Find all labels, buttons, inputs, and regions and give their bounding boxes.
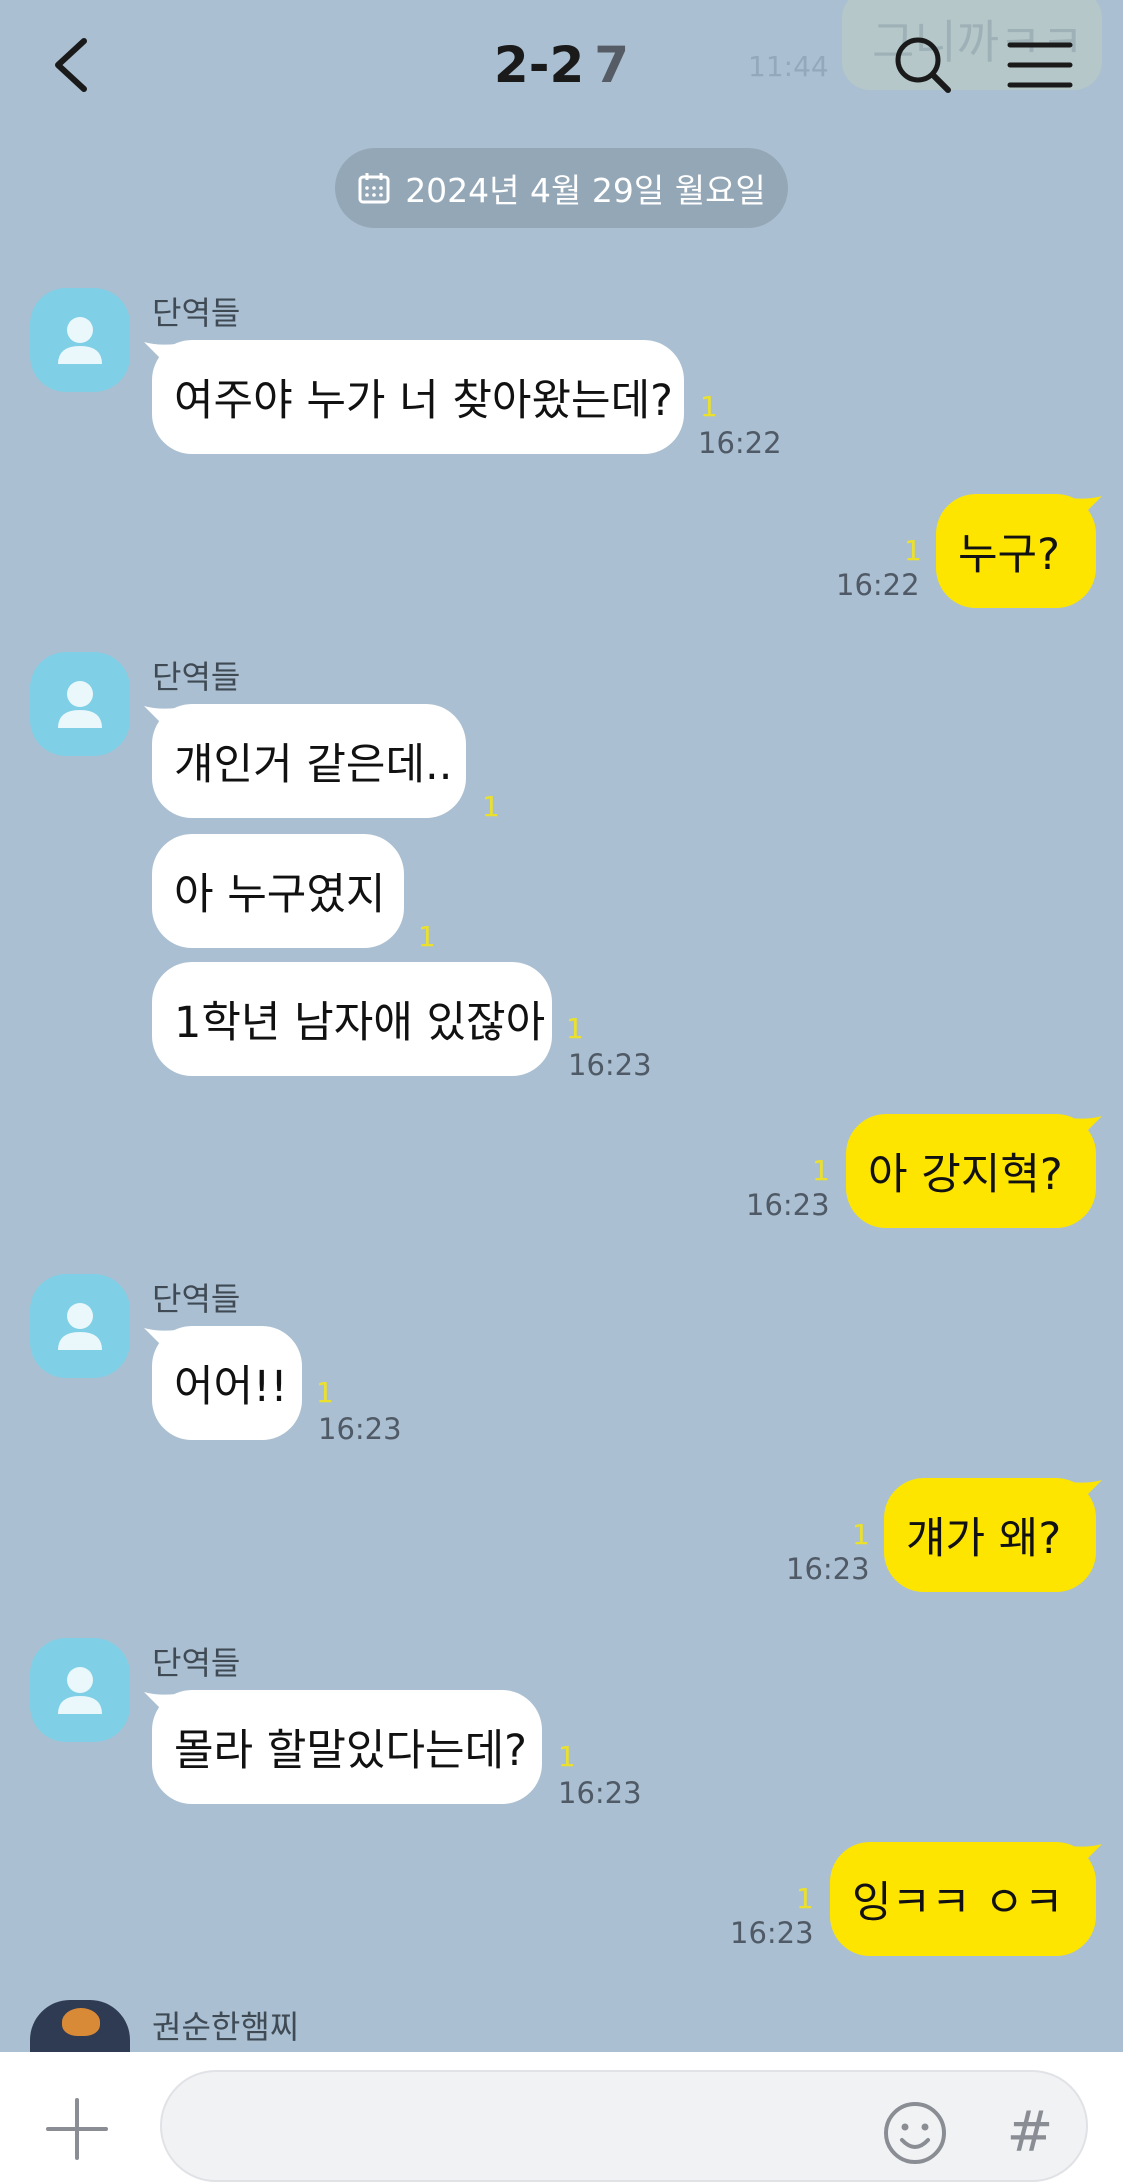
default-profile-icon — [58, 1667, 102, 1714]
unread-count: 1 — [700, 390, 718, 423]
message-text: 몰라 할말있다는데? — [174, 1726, 527, 1776]
sender-name: 단역들 — [152, 658, 241, 696]
message-text: 아 강지혁? — [868, 1150, 1063, 1200]
avatar[interactable] — [30, 288, 130, 392]
profile-photo-avatar[interactable] — [30, 2000, 130, 2060]
hashtag-icon: # — [1006, 2100, 1054, 2165]
emoji-icon — [884, 2102, 946, 2164]
message-time: 16:22 — [836, 568, 920, 602]
message-bubble[interactable]: 걔인거 같은데.. — [152, 704, 466, 818]
plus-icon — [46, 2098, 108, 2160]
message-text: 여주야 누가 너 찾아왔는데? — [174, 376, 673, 426]
message-bubble[interactable]: 여주야 누가 너 찾아왔는데? — [152, 340, 684, 454]
unread-count: 1 — [852, 1518, 870, 1551]
message-bubble[interactable]: 1학년 남자애 있잖아 — [152, 962, 552, 1076]
default-profile-icon — [58, 1303, 102, 1350]
unread-count: 1 — [812, 1154, 830, 1187]
unread-count: 1 — [482, 790, 500, 823]
fox-character-image — [62, 2008, 100, 2036]
unread-count: 1 — [904, 534, 922, 567]
message-time: 16:22 — [698, 426, 782, 460]
emoji-button[interactable] — [880, 2098, 950, 2168]
room-name: 2-2 — [493, 36, 585, 94]
message-bubble[interactable]: 잉ㅋㅋ ㅇㅋ — [830, 1842, 1096, 1956]
message-time: 16:23 — [558, 1776, 642, 1810]
sender-name: 단역들 — [152, 294, 241, 332]
sender-name: 권순한햄찌 — [152, 2008, 300, 2046]
avatar[interactable] — [30, 1638, 130, 1742]
default-profile-icon — [58, 317, 102, 364]
message-input-bar: # — [0, 2052, 1123, 2184]
message-time: 16:23 — [746, 1188, 830, 1222]
message-time: 16:23 — [318, 1412, 402, 1446]
message-text: 어어!! — [174, 1362, 288, 1412]
hashtag-button[interactable]: # — [1000, 2098, 1060, 2168]
unread-count: 1 — [558, 1740, 576, 1773]
message-bubble[interactable]: 누구? — [936, 494, 1096, 608]
message-bubble[interactable]: 아 강지혁? — [846, 1114, 1096, 1228]
search-icon — [895, 37, 951, 93]
message-text: 걔가 왜? — [906, 1514, 1062, 1564]
unread-count: 1 — [796, 1882, 814, 1915]
attach-button[interactable] — [40, 2092, 114, 2166]
message-text: 잉ㅋㅋ ㅇㅋ — [852, 1878, 1064, 1928]
unread-count: 1 — [418, 920, 436, 953]
message-bubble[interactable]: 걔가 왜? — [884, 1478, 1096, 1592]
message-time: 16:23 — [730, 1916, 814, 1950]
search-button[interactable] — [884, 30, 964, 100]
sender-name: 단역들 — [152, 1280, 241, 1318]
message-bubble[interactable]: 어어!! — [152, 1326, 302, 1440]
message-bubble[interactable]: 몰라 할말있다는데? — [152, 1690, 542, 1804]
avatar[interactable] — [30, 652, 130, 756]
message-time: 16:23 — [568, 1048, 652, 1082]
message-text: 걔인거 같은데.. — [174, 740, 453, 790]
calendar-icon — [358, 173, 390, 204]
message-text: 1학년 남자애 있잖아 — [174, 998, 546, 1048]
menu-button[interactable] — [1000, 30, 1080, 100]
date-label: 2024년 4월 29일 월요일 — [405, 171, 766, 210]
message-text: 누구? — [958, 530, 1060, 580]
member-count: 7 — [594, 36, 630, 94]
message-bubble[interactable]: 아 누구였지 — [152, 834, 404, 948]
avatar[interactable] — [30, 1274, 130, 1378]
hamburger-menu-icon — [1007, 42, 1073, 88]
unread-count: 1 — [566, 1012, 584, 1045]
default-profile-icon — [58, 681, 102, 728]
date-divider: 2024년 4월 29일 월요일 — [335, 148, 788, 228]
message-text: 아 누구였지 — [174, 870, 386, 920]
message-time: 16:23 — [786, 1552, 870, 1586]
unread-count: 1 — [316, 1376, 334, 1409]
chat-header: 그니까ㅋㅋ 11:44 2-2 7 — [0, 0, 1123, 130]
sender-name: 단역들 — [152, 1644, 241, 1682]
